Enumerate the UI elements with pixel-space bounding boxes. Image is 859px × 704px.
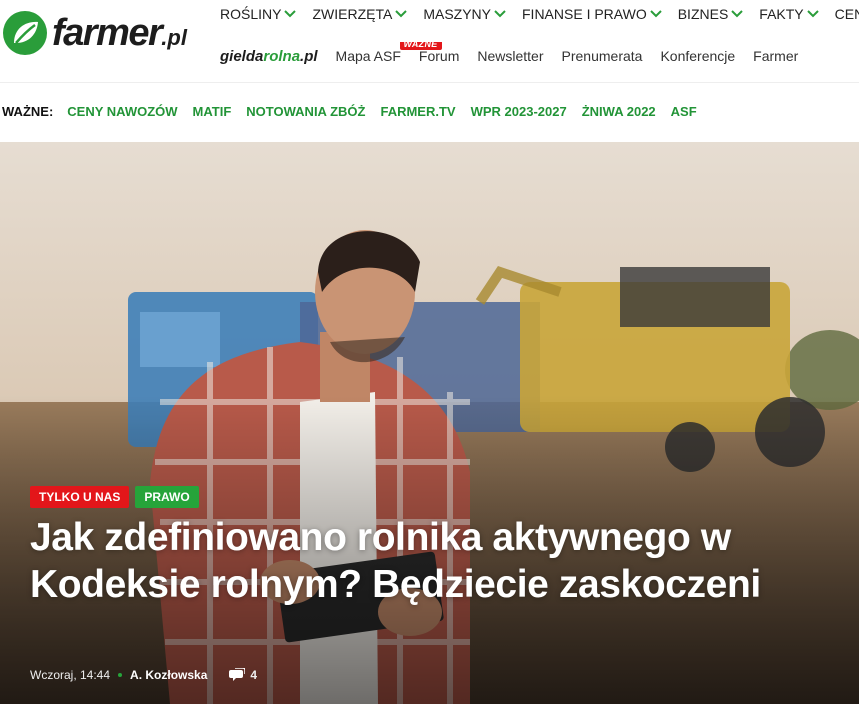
nav-item-ceny[interactable]: CEN	[835, 0, 859, 28]
nav-item-maszyny[interactable]: MASZYNY	[423, 0, 506, 28]
article-date: Wczoraj, 14:44	[30, 668, 111, 682]
nav-item-rosliny[interactable]: ROŚLINY	[220, 0, 297, 28]
chevron-down-icon	[395, 10, 408, 18]
comments-link[interactable]: 4	[229, 668, 257, 682]
header-divider	[0, 82, 859, 83]
chevron-down-icon	[806, 10, 819, 18]
subnav-label: Mapa ASF	[335, 48, 401, 64]
nav-label: FINANSE I PRAWO	[522, 6, 647, 22]
logo-wordmark: farmer.pl	[52, 12, 187, 54]
subnav-item-newsletter[interactable]: Newsletter	[477, 48, 543, 64]
important-label: WAŻNE:	[2, 103, 54, 119]
important-link-asf[interactable]: ASF	[671, 104, 697, 119]
comments-count: 4	[250, 668, 258, 682]
important-link-matif[interactable]: MATIF	[193, 104, 232, 119]
meta-separator	[118, 673, 123, 677]
nav-item-zwierzeta[interactable]: ZWIERZĘTA	[312, 0, 408, 28]
site-logo[interactable]: farmer.pl	[2, 8, 202, 58]
secondary-navigation: gieldarolna.pl Mapa ASF WAŻNE Forum News…	[212, 42, 859, 70]
hero-image	[0, 142, 859, 704]
subnav-item-forum[interactable]: Forum	[419, 48, 459, 64]
leaf-icon	[3, 11, 47, 55]
important-link-ceny-nawozow[interactable]: CENY NAWOZÓW	[67, 104, 177, 119]
chevron-down-icon	[650, 10, 662, 18]
nav-label: ROŚLINY	[220, 6, 282, 22]
article-tags: TYLKO U NAS PRAWO	[30, 486, 199, 508]
tag-tylko-u-nas[interactable]: TYLKO U NAS	[30, 486, 130, 508]
chevron-down-icon	[731, 10, 744, 18]
tag-prawo[interactable]: PRAWO	[135, 486, 199, 508]
chevron-down-icon	[284, 10, 297, 18]
important-link-wpr[interactable]: WPR 2023-2027	[471, 104, 567, 119]
important-link-notowania-zboz[interactable]: NOTOWANIA ZBÓŻ	[246, 104, 365, 119]
subnav-item-konferencje[interactable]: Konferencje	[660, 48, 735, 64]
subnav-item-mapa-asf[interactable]: Mapa ASF WAŻNE	[335, 42, 442, 64]
article-headline[interactable]: Jak zdefiniowano rolnika aktywnego w Kod…	[30, 514, 840, 608]
nav-label: CEN	[834, 6, 859, 22]
article-author[interactable]: A. Kozłowska	[130, 668, 207, 682]
nav-item-finanse-i-prawo[interactable]: FINANSE I PRAWO	[522, 0, 662, 28]
comment-bubble-icon	[229, 668, 246, 681]
nav-item-fakty[interactable]: FAKTY	[759, 0, 819, 28]
gieldarolna-link[interactable]: gieldarolna.pl	[220, 48, 318, 65]
important-link-farmer-tv[interactable]: FARMER.TV	[380, 104, 455, 119]
subnav-item-farmer[interactable]: Farmer	[753, 48, 798, 64]
subnav-item-prenumerata[interactable]: Prenumerata	[562, 48, 643, 64]
main-navigation: ROŚLINY ZWIERZĘTA MASZYNY FINANSE I PRAW…	[212, 0, 859, 28]
important-links-bar: WAŻNE: CENY NAWOZÓW MATIF NOTOWANIA ZBÓŻ…	[0, 96, 859, 126]
article-meta: Wczoraj, 14:44 A. Kozłowska 4	[30, 668, 257, 682]
nav-item-biznes[interactable]: BIZNES	[678, 0, 744, 28]
important-link-zniwa[interactable]: ŻNIWA 2022	[582, 104, 656, 119]
chevron-down-icon	[494, 10, 506, 18]
nav-label: FAKTY	[759, 6, 804, 22]
nav-label: MASZYNY	[423, 6, 491, 22]
hero-article[interactable]: TYLKO U NAS PRAWO Jak zdefiniowano rolni…	[0, 142, 859, 704]
nav-label: BIZNES	[677, 6, 729, 22]
nav-label: ZWIERZĘTA	[312, 6, 393, 22]
